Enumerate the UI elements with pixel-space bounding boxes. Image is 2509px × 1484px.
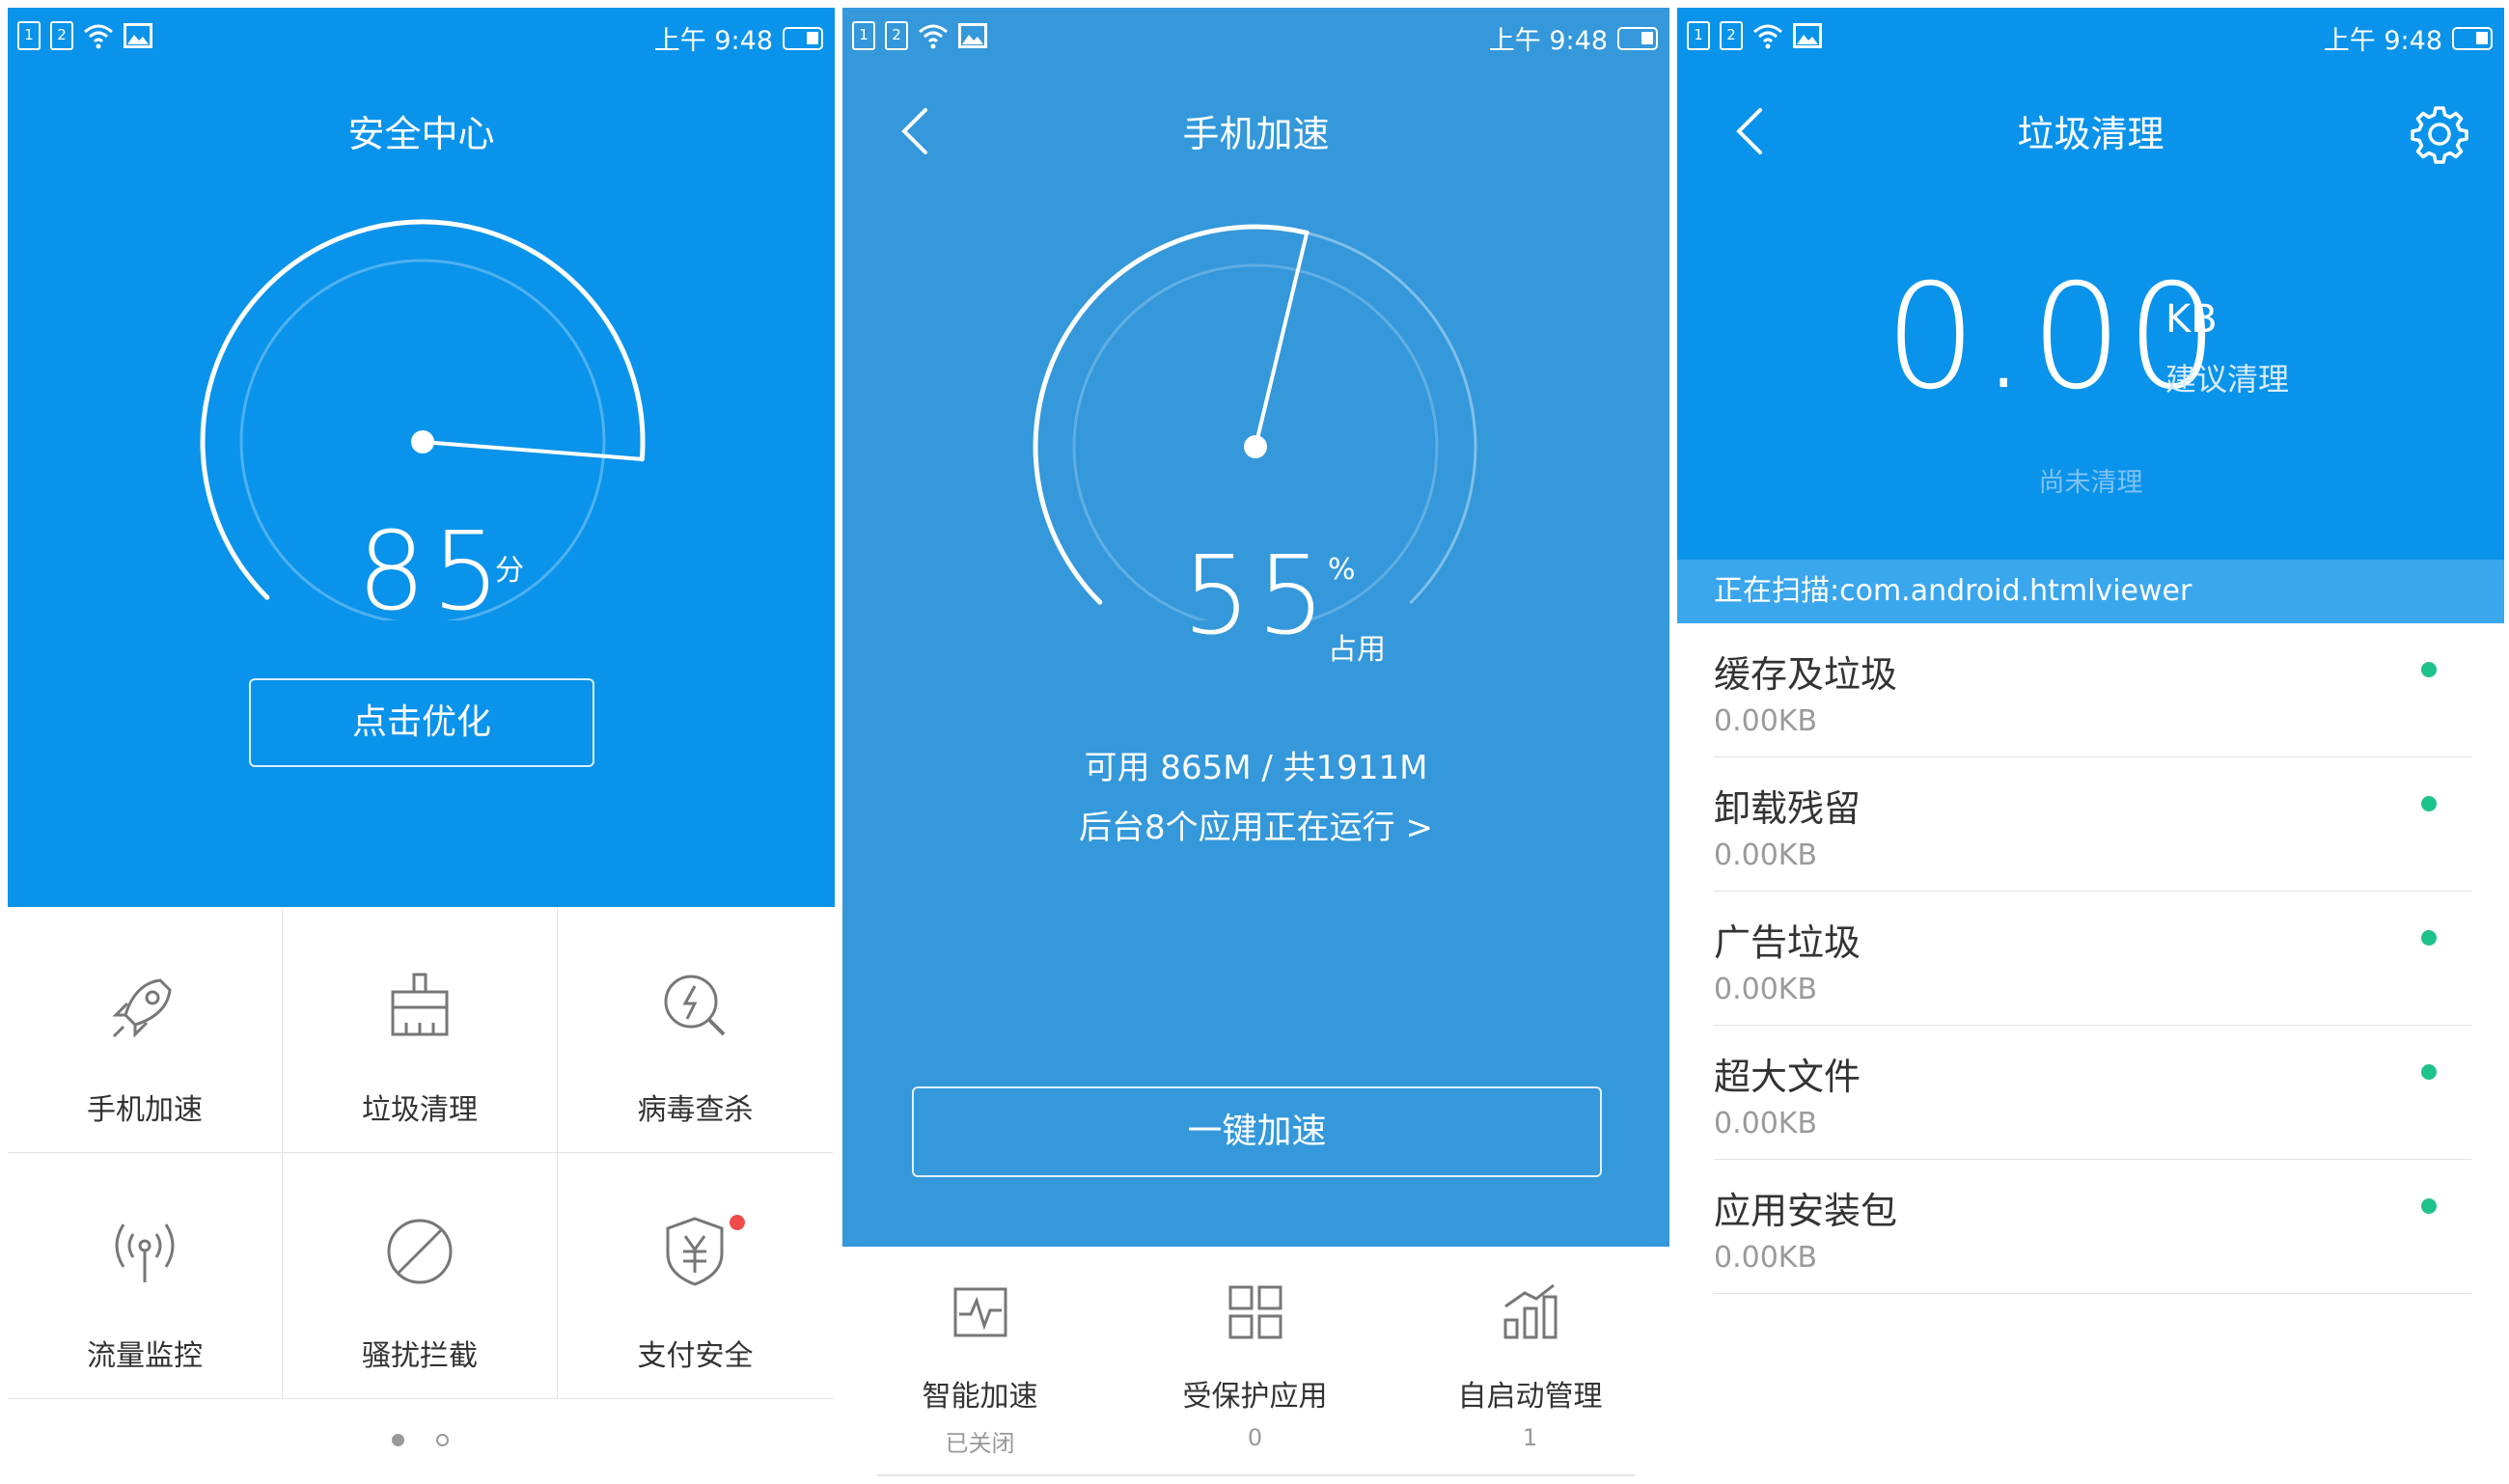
tile-label: 垃圾清理 [362, 1093, 478, 1127]
usage-label: 占用 [1328, 633, 1386, 667]
clock: 上午 9:48 [653, 26, 773, 56]
sim2-icon: 2 [50, 21, 73, 50]
tile-harassment-block[interactable]: 骚扰拦截 [283, 1153, 558, 1399]
sim1-icon: 1 [852, 21, 875, 50]
junk-clean-screen: 1 2 上午 9:48 垃圾清理 0.00 KB 建议清理 尚未清理 正在扫描:… [1677, 8, 2504, 1484]
battery-icon [783, 26, 823, 50]
phone-speedup-screen: 1 2 上午 9:48 手机加速 55 % 占用 可用 865M / 共1911… [842, 8, 1669, 1484]
security-center-screen: 1 2 上午 9:48 安全中心 85 分 点击优化 手机加速 垃圾清理 病毒查… [8, 8, 835, 1484]
bar-chart-icon [1503, 1283, 1557, 1339]
scan-progress-bar: 正在扫描:com.android.htmlviewer [1677, 560, 2504, 623]
status-dot [2421, 930, 2437, 946]
item-size: 0.00KB [1714, 1107, 1818, 1140]
item-title: 超大文件 [1714, 1056, 1861, 1098]
item-size: 0.00KB [1714, 1241, 1818, 1275]
header-panel: 1 2 上午 9:48 垃圾清理 0.00 KB 建议清理 尚未清理 正在扫描:… [1677, 8, 2504, 623]
tile-label: 病毒查杀 [637, 1093, 754, 1127]
pulse-icon [953, 1287, 1006, 1337]
tile-label: 骚扰拦截 [362, 1339, 478, 1373]
sim1-icon: 1 [17, 21, 41, 50]
sim2-icon: 2 [885, 21, 908, 50]
status-bar: 1 2 上午 9:48 [1677, 8, 2504, 66]
usage-unit: % [1328, 553, 1356, 587]
smart-speedup-item[interactable]: 智能加速 已关闭 [842, 1281, 1117, 1458]
item-label: 自启动管理 [1457, 1380, 1603, 1414]
autostart-manager-item[interactable]: 自启动管理 1 [1392, 1281, 1668, 1451]
header-panel: 1 2 上午 9:48 安全中心 85 分 点击优化 [8, 8, 835, 907]
wifi-icon [84, 24, 113, 49]
battery-icon [1617, 26, 1658, 50]
sim1-icon: 1 [1687, 21, 1710, 50]
item-status: 已关闭 [945, 1430, 1015, 1457]
tile-label: 流量监控 [87, 1339, 203, 1373]
notification-badge [730, 1215, 745, 1230]
boost-button[interactable]: 一键加速 [912, 1086, 1602, 1177]
wifi-icon [1753, 24, 1782, 49]
broom-icon [391, 973, 449, 1036]
tile-junk-clean[interactable]: 垃圾清理 [283, 907, 558, 1153]
clock: 上午 9:48 [2323, 26, 2442, 56]
item-title: 缓存及垃圾 [1714, 653, 1898, 696]
status-dot [2421, 662, 2437, 677]
image-icon [124, 23, 152, 48]
item-title: 应用安装包 [1714, 1190, 1898, 1232]
tile-traffic-monitor[interactable]: 流量监控 [8, 1153, 283, 1399]
item-size: 0.00KB [1714, 704, 1818, 738]
item-label: 受保护应用 [1182, 1380, 1328, 1414]
page-indicator-active [392, 1434, 404, 1446]
page-title: 垃圾清理 [2017, 113, 2164, 155]
memory-text: 可用 865M / 共1911M [1084, 749, 1428, 787]
list-item-apk-packages[interactable]: 应用安装包 0.00KB [1714, 1160, 2471, 1294]
payment-shield-icon [666, 1217, 724, 1286]
virus-scan-icon [664, 975, 726, 1036]
tile-phone-speedup[interactable]: 手机加速 [8, 907, 283, 1153]
status-dot [2421, 1198, 2437, 1214]
tile-virus-scan[interactable]: 病毒查杀 [558, 907, 833, 1153]
bottom-divider [877, 1474, 1635, 1476]
block-icon [387, 1219, 453, 1284]
memory-usage: 55 [1182, 534, 1332, 659]
page-indicator-inactive [436, 1434, 449, 1446]
item-title: 广告垃圾 [1714, 921, 1861, 964]
status-dot [2421, 1064, 2437, 1080]
wifi-icon [919, 24, 948, 49]
image-icon [1793, 23, 1822, 48]
list-item-large-files[interactable]: 超大文件 0.00KB [1714, 1026, 2471, 1160]
background-apps-link[interactable]: 后台8个应用正在运行 > [842, 801, 1669, 848]
optimize-button[interactable]: 点击优化 [249, 678, 594, 767]
item-label: 智能加速 [922, 1380, 1038, 1414]
protected-apps-item[interactable]: 受保护应用 0 [1117, 1281, 1392, 1451]
list-item-cache[interactable]: 缓存及垃圾 0.00KB [1714, 623, 2471, 757]
item-count: 0 [1247, 1424, 1263, 1451]
list-item-uninstall-residue[interactable]: 卸载残留 0.00KB [1714, 757, 2471, 892]
battery-icon [2452, 26, 2493, 50]
status-dot [2421, 796, 2437, 811]
item-size: 0.00KB [1714, 838, 1818, 872]
status-bar: 1 2 上午 9:48 [8, 8, 835, 66]
grid-icon [1228, 1285, 1282, 1339]
gear-icon[interactable] [2410, 104, 2469, 164]
item-count: 1 [1522, 1424, 1538, 1451]
clean-suggestion: 建议清理 [2165, 361, 2290, 398]
clock: 上午 9:48 [1488, 26, 1608, 56]
tile-label: 支付安全 [637, 1339, 754, 1373]
security-score: 85 [357, 509, 507, 635]
page-title: 手机加速 [1182, 113, 1330, 155]
page-title: 安全中心 [347, 113, 495, 155]
header-panel: 1 2 上午 9:48 手机加速 55 % 占用 可用 865M / 共1911… [842, 8, 1669, 1247]
score-unit: 分 [495, 554, 524, 588]
image-icon [958, 23, 987, 48]
size-unit: KB [2165, 297, 2218, 342]
tile-payment-security[interactable]: 支付安全 [558, 1153, 833, 1399]
list-item-ad-junk[interactable]: 广告垃圾 0.00KB [1714, 892, 2471, 1026]
tile-label: 手机加速 [87, 1093, 203, 1127]
sim2-icon: 2 [1720, 21, 1743, 50]
item-size: 0.00KB [1714, 973, 1818, 1006]
antenna-icon [115, 1223, 175, 1282]
status-bar: 1 2 上午 9:48 [842, 8, 1669, 66]
item-title: 卸载残留 [1714, 787, 1861, 830]
rocket-icon [112, 978, 172, 1038]
clean-status: 尚未清理 [2038, 468, 2143, 498]
